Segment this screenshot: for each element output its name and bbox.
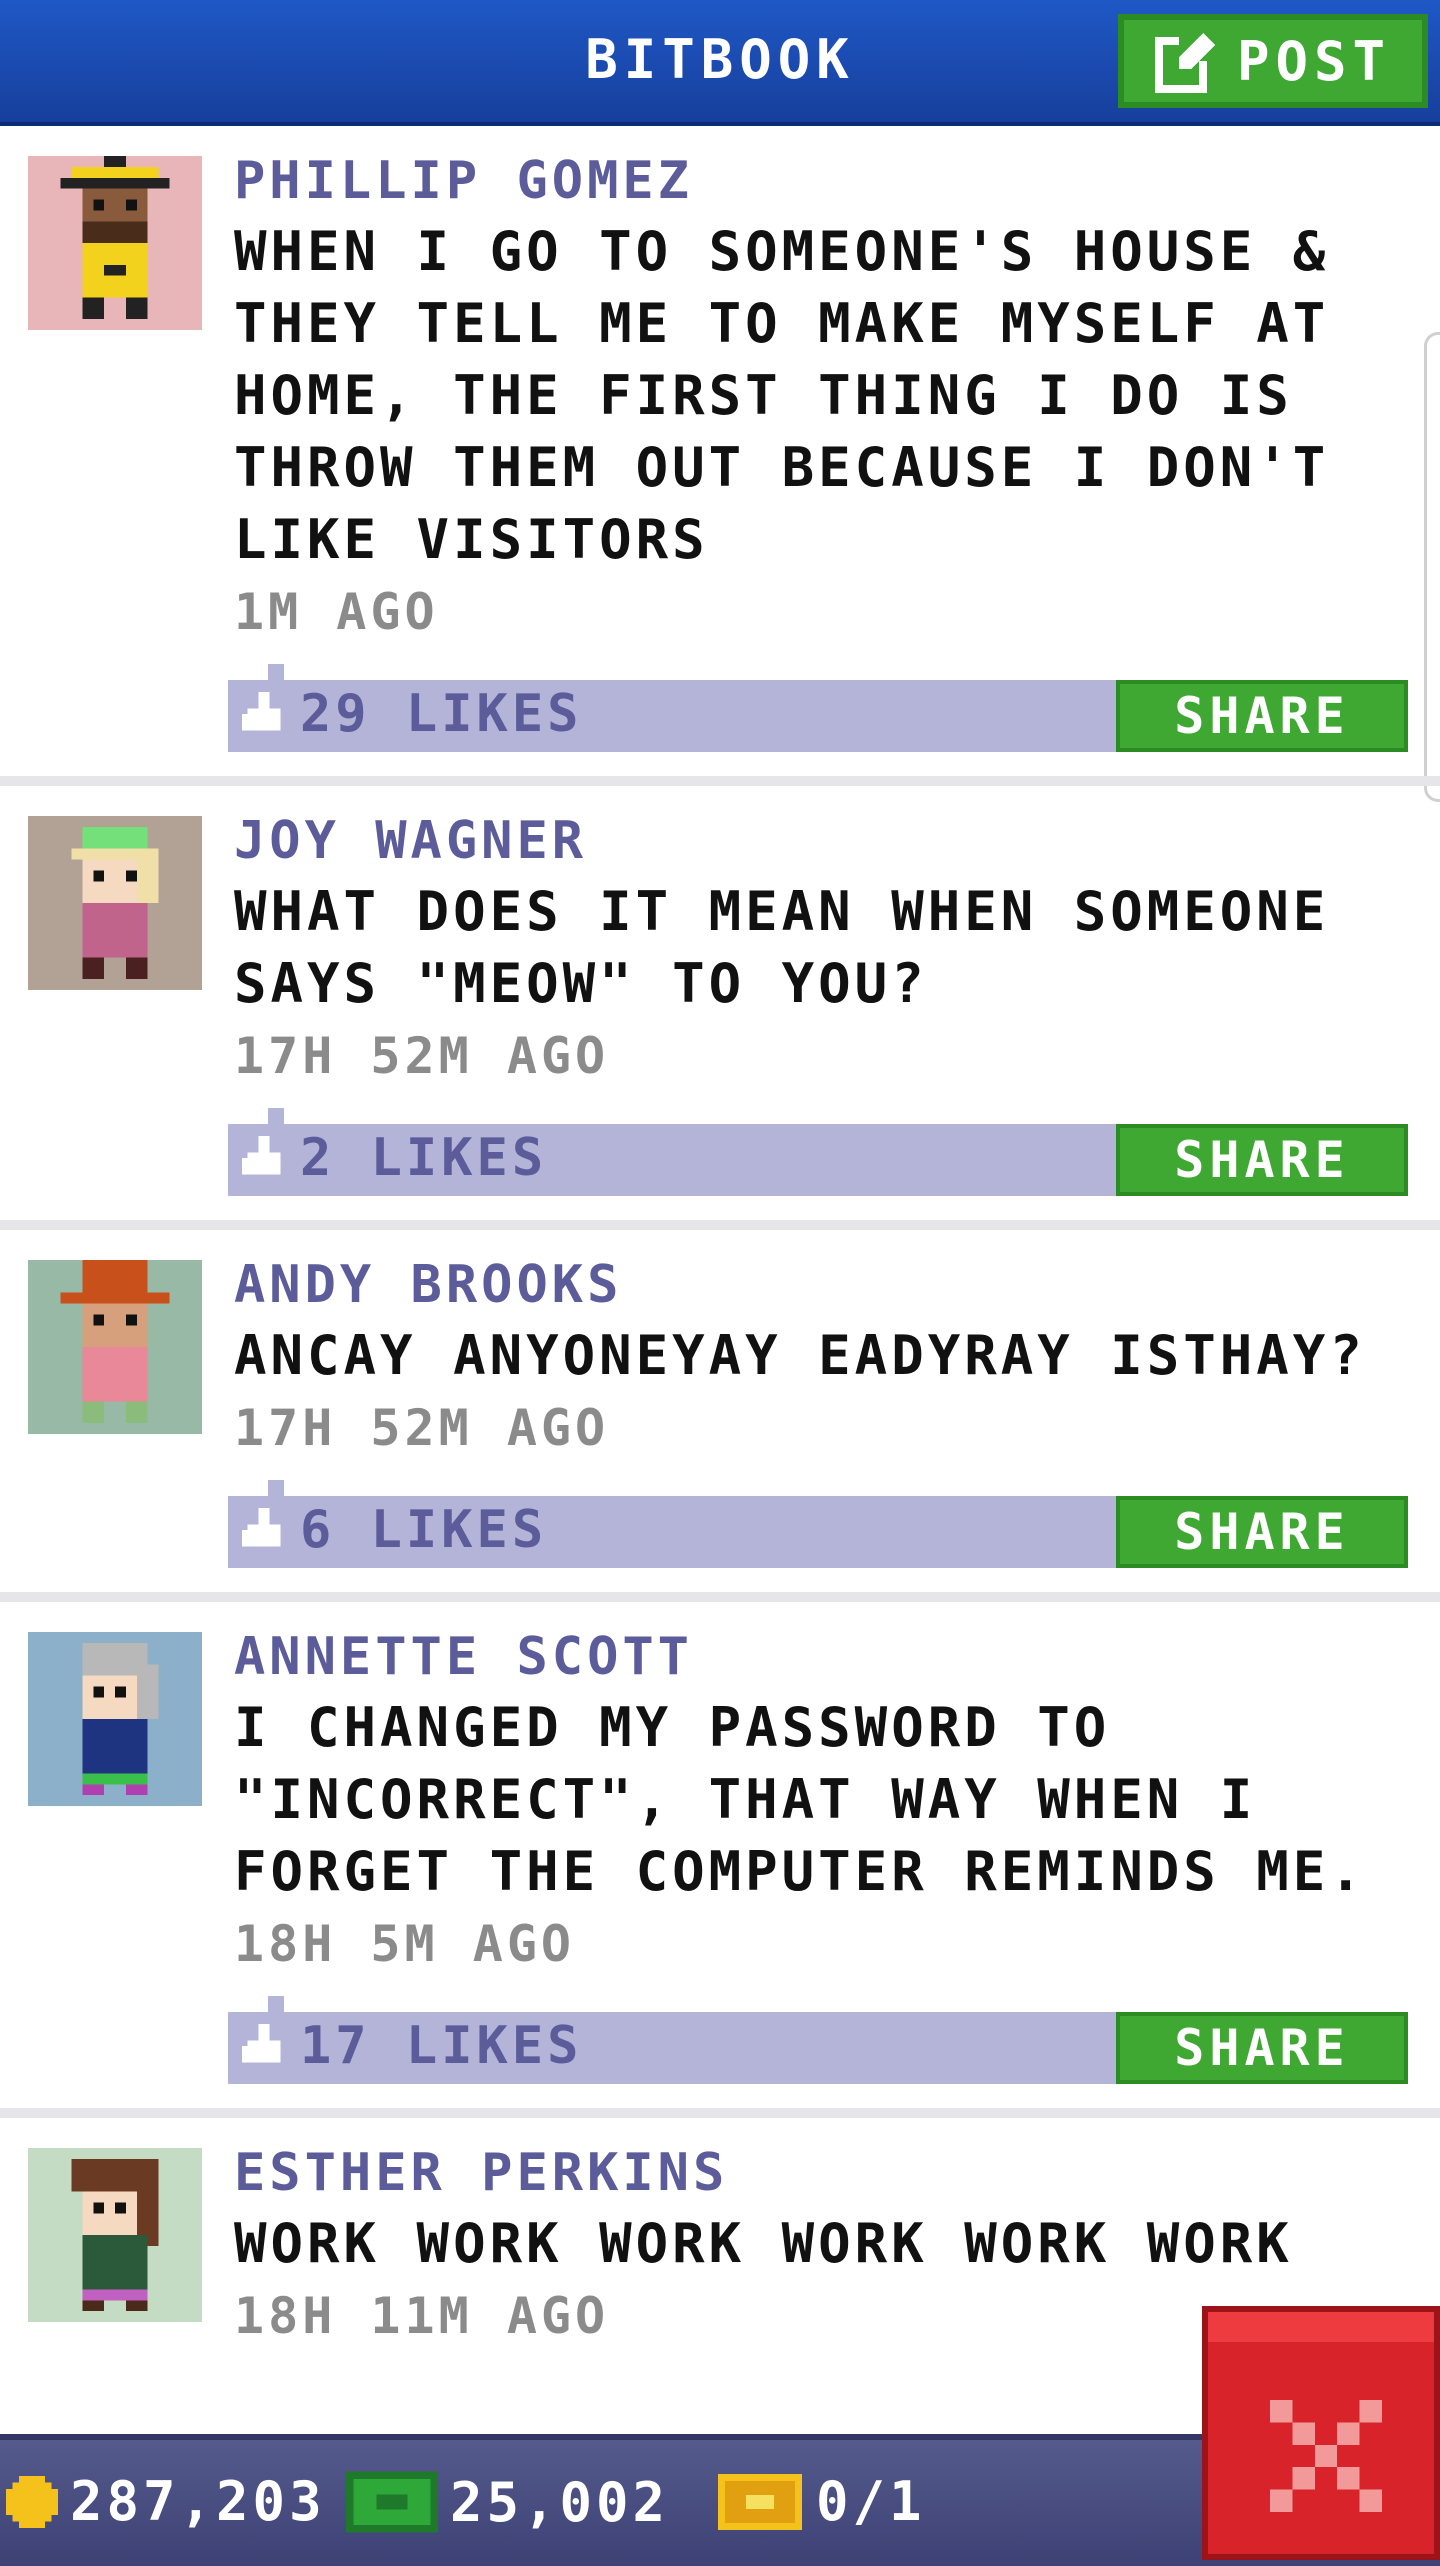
like-count: 6 LIKES — [300, 1500, 548, 1560]
coins-counter: 287,203 — [6, 2470, 326, 2533]
thumbs-up-icon — [242, 1136, 281, 1175]
post-timestamp: 17H 52M AGO — [234, 1399, 610, 1457]
author-name[interactable]: ANDY BROOKS — [234, 1250, 1400, 1320]
post-message: WHAT DOES IT MEAN WHEN SOMEONE SAYS "MEO… — [234, 880, 1330, 1015]
post-message: ANCAY ANYONEYAY EADYRAY ISTHAY? — [234, 1324, 1366, 1387]
like-count: 2 LIKES — [300, 1128, 548, 1188]
feed-post: JOY WAGNER WHAT DOES IT MEAN WHEN SOMEON… — [0, 786, 1440, 1230]
close-icon — [1270, 2400, 1382, 2512]
share-button[interactable]: SHARE — [1116, 2012, 1408, 2084]
like-count: 29 LIKES — [300, 684, 583, 744]
bux-counter: 25,002 — [346, 2470, 669, 2534]
bux-value: 25,002 — [450, 2470, 670, 2534]
post-message: WHEN I GO TO SOMEONE'S HOUSE & THEY TELL… — [234, 220, 1330, 571]
thumbs-up-icon — [242, 692, 281, 731]
like-bar: 17 LIKES SHARE — [228, 1996, 1408, 2084]
tickets-value: 0/1 — [816, 2470, 926, 2533]
feed-post: ANNETTE SCOTT I CHANGED MY PASSWORD TO "… — [0, 1602, 1440, 2118]
avatar[interactable] — [28, 1632, 202, 1806]
tickets-counter: 0/1 — [716, 2470, 926, 2533]
feed-post: PHILLIP GOMEZ WHEN I GO TO SOMEONE'S HOU… — [0, 126, 1440, 786]
coins-value: 287,203 — [70, 2470, 326, 2533]
like-button[interactable]: 6 LIKES — [242, 1500, 547, 1560]
avatar[interactable] — [28, 816, 202, 990]
like-count: 17 LIKES — [300, 2016, 583, 2076]
post-button[interactable]: POST — [1118, 14, 1428, 108]
author-name[interactable]: ESTHER PERKINS — [234, 2138, 1400, 2208]
share-button[interactable]: SHARE — [1116, 1496, 1408, 1568]
like-button[interactable]: 17 LIKES — [242, 2016, 582, 2076]
post-timestamp: 1M AGO — [234, 583, 439, 641]
post-message: I CHANGED MY PASSWORD TO "INCORRECT", TH… — [234, 1696, 1366, 1903]
avatar[interactable] — [28, 156, 202, 330]
post-timestamp: 17H 52M AGO — [234, 1027, 610, 1085]
feed-post: ANDY BROOKS ANCAY ANYONEYAY EADYRAY ISTH… — [0, 1230, 1440, 1602]
close-button[interactable] — [1202, 2306, 1440, 2560]
avatar[interactable] — [28, 2148, 202, 2322]
share-button[interactable]: SHARE — [1116, 1124, 1408, 1196]
like-button[interactable]: 2 LIKES — [242, 1128, 547, 1188]
coin-icon — [6, 2475, 58, 2528]
like-bar: 29 LIKES SHARE — [228, 664, 1408, 752]
like-bar: 2 LIKES SHARE — [228, 1108, 1408, 1196]
post-message: WORK WORK WORK WORK WORK WORK — [234, 2212, 1293, 2275]
author-name[interactable]: PHILLIP GOMEZ — [234, 146, 1400, 216]
bux-icon — [346, 2471, 438, 2533]
feed: PHILLIP GOMEZ WHEN I GO TO SOMEONE'S HOU… — [0, 126, 1440, 2352]
avatar[interactable] — [28, 1260, 202, 1434]
like-bar: 6 LIKES SHARE — [228, 1480, 1408, 1568]
post-timestamp: 18H 5M AGO — [234, 1915, 576, 1973]
like-button[interactable]: 29 LIKES — [242, 684, 582, 744]
author-name[interactable]: JOY WAGNER — [234, 806, 1400, 876]
post-label: POST — [1236, 29, 1392, 93]
edit-icon — [1154, 33, 1215, 93]
app-header: BITBOOK POST — [0, 0, 1440, 126]
ticket-icon — [718, 2473, 802, 2530]
share-button[interactable]: SHARE — [1116, 680, 1408, 752]
author-name[interactable]: ANNETTE SCOTT — [234, 1622, 1400, 1692]
thumbs-up-icon — [242, 2024, 281, 2063]
thumbs-up-icon — [242, 1508, 281, 1547]
